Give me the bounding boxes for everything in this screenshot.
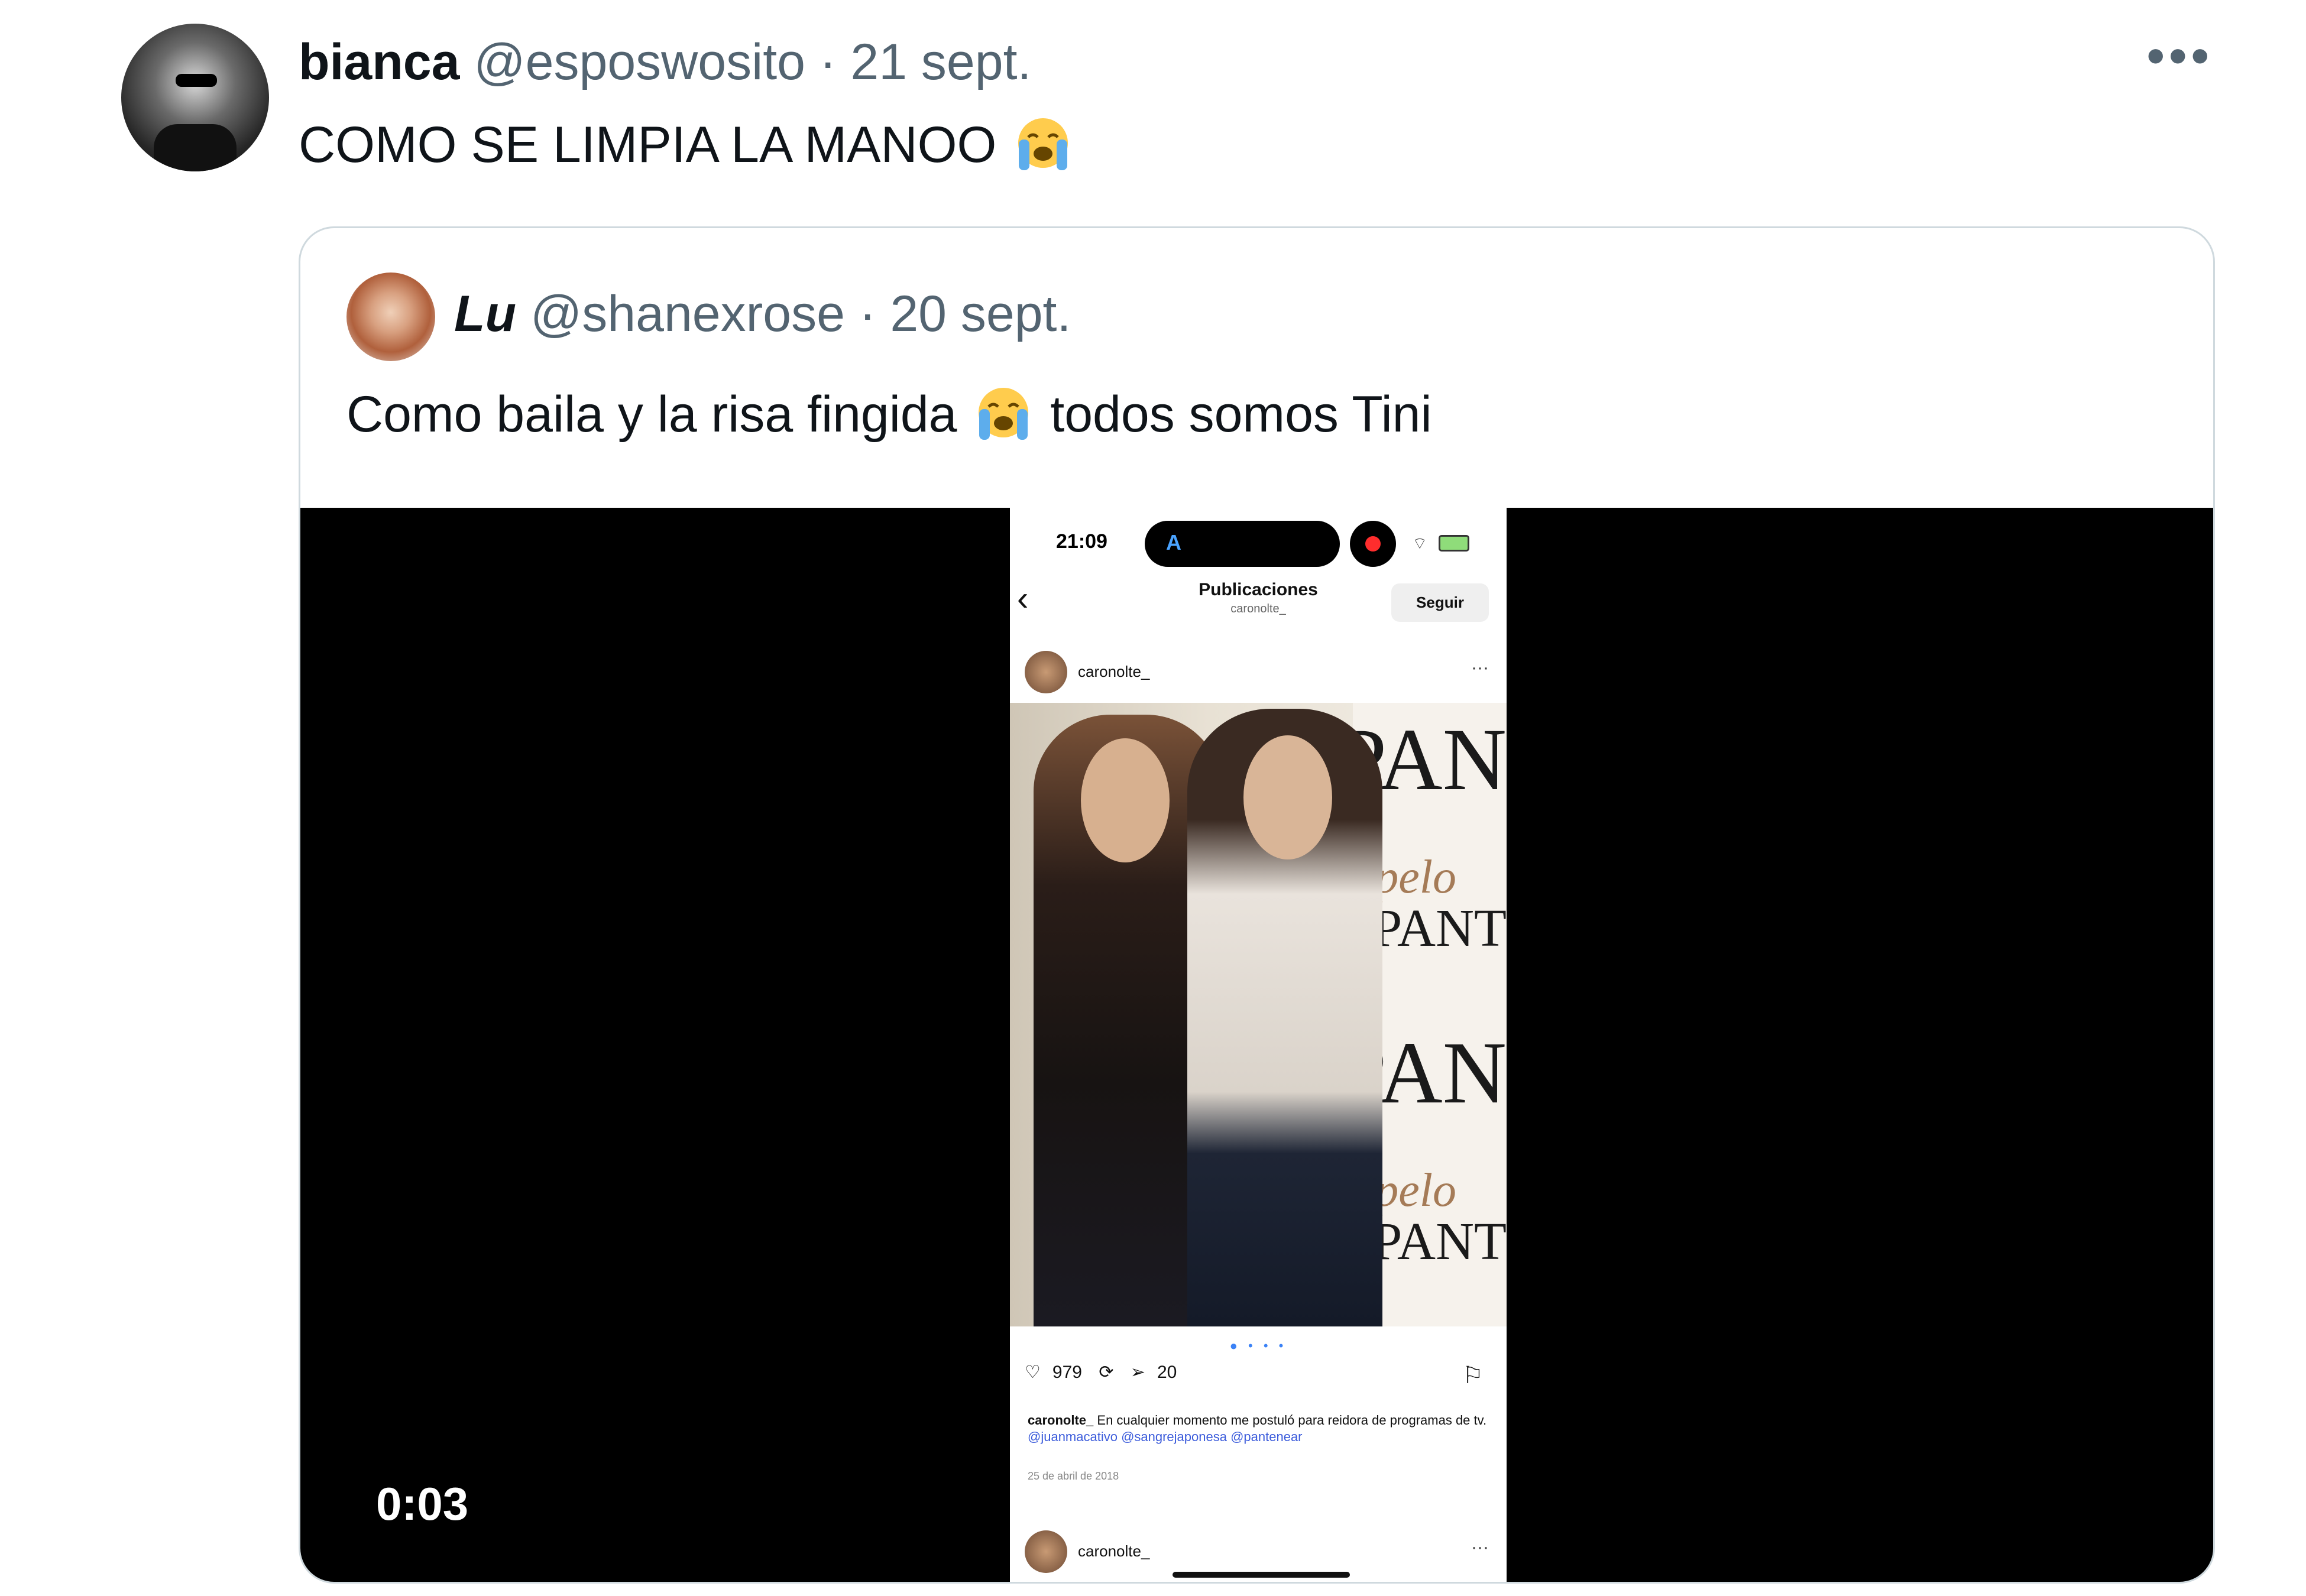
quoted-author-handle[interactable]: @shanexrose	[530, 286, 845, 342]
phone-next-post-more-icon: ···	[1471, 1537, 1489, 1557]
phone-post-more-icon: ···	[1471, 658, 1489, 677]
backdrop-brand-text-small-2: PANT	[1372, 1212, 1507, 1271]
crying-face-emoji-icon	[1018, 118, 1068, 170]
tweet-text: COMO SE LIMPIA LA MANOO	[299, 112, 1076, 177]
tweet-date[interactable]: · 21 sept.	[820, 34, 1032, 90]
video-player[interactable]: 21:09 A ⌔ ‹ Publicaciones caronolte_ Seg…	[300, 508, 2213, 1582]
bookmark-icon: ⚐	[1462, 1363, 1484, 1389]
phone-next-post-avatar	[1025, 1530, 1067, 1573]
send-icon: ➢	[1130, 1363, 1145, 1382]
backdrop-pelo-text: pelo	[1375, 851, 1456, 903]
photo-face-right	[1243, 735, 1332, 859]
shares-count: 20	[1157, 1363, 1177, 1382]
quoted-author-name[interactable]: Lu	[454, 286, 516, 342]
navigation-arrow-icon: A	[1166, 530, 1181, 554]
phone-post-actions: ♡ 979 ⟳ ➢ 20	[1025, 1362, 1188, 1383]
battery-icon	[1439, 535, 1469, 552]
tweet-header: bianca @esposwosito · 21 sept.	[299, 30, 1031, 95]
phone-clock: 21:09	[1056, 530, 1107, 553]
quoted-tweet-header: Lu @shanexrose · 20 sept.	[454, 281, 1071, 346]
photo-person-right	[1187, 709, 1382, 1326]
crying-face-emoji-icon	[979, 388, 1029, 440]
backdrop-brand-text-small: PANT	[1372, 899, 1507, 958]
author-handle[interactable]: @esposwosito	[474, 34, 805, 90]
quoted-tweet-card[interactable]: Lu @shanexrose · 20 sept. Como baila y l…	[299, 226, 2215, 1584]
quoted-text-before: Como baila y la risa fingida	[346, 386, 957, 443]
video-timecode: 0:03	[376, 1478, 469, 1530]
heart-icon: ♡	[1025, 1363, 1041, 1382]
backdrop-pelo-text-2: pelo	[1375, 1164, 1456, 1217]
avatar-shirt	[154, 124, 237, 171]
phone-post-caption: caronolte_ En cualquier momento me postu…	[1028, 1412, 1489, 1445]
phone-dynamic-island: A	[1145, 521, 1340, 567]
quoted-author-avatar[interactable]	[346, 273, 435, 361]
author-avatar[interactable]	[121, 24, 269, 171]
phone-post-photo: PAN pelo PANT PAN pelo PANT	[1010, 703, 1507, 1326]
author-name[interactable]: bianca	[299, 34, 459, 90]
quoted-tweet-text: Como baila y la risa fingida todos somos…	[346, 376, 1432, 453]
caption-tags: @juanmacativo @sangrejaponesa @pantenear	[1028, 1429, 1303, 1444]
caption-text: En cualquier momento me postuló para rei…	[1097, 1413, 1487, 1428]
phone-post-username: caronolte_	[1078, 663, 1150, 680]
photo-face-left	[1081, 738, 1170, 862]
avatar-sunglasses	[176, 74, 217, 87]
carousel-dots: ● • • •	[1229, 1338, 1287, 1353]
likes-count: 979	[1052, 1363, 1082, 1382]
phone-home-indicator	[1173, 1572, 1350, 1578]
phone-post-date: 25 de abril de 2018	[1028, 1470, 1119, 1482]
screen-record-icon	[1350, 521, 1396, 567]
video-frame-phone-screen: 21:09 A ⌔ ‹ Publicaciones caronolte_ Seg…	[1010, 508, 1507, 1582]
repost-icon: ⟳	[1099, 1363, 1114, 1382]
wifi-icon: ⌔	[1412, 534, 1428, 553]
phone-next-post-username: caronolte_	[1078, 1542, 1150, 1560]
quoted-tweet-date[interactable]: · 20 sept.	[859, 286, 1071, 342]
caption-username: caronolte_	[1028, 1413, 1094, 1428]
more-options-icon[interactable]: •••	[2146, 24, 2213, 89]
tweet-text-content: COMO SE LIMPIA LA MANOO	[299, 116, 997, 173]
phone-follow-button: Seguir	[1391, 583, 1489, 622]
quoted-text-after: todos somos Tini	[1050, 386, 1432, 443]
phone-post-avatar	[1025, 651, 1067, 693]
